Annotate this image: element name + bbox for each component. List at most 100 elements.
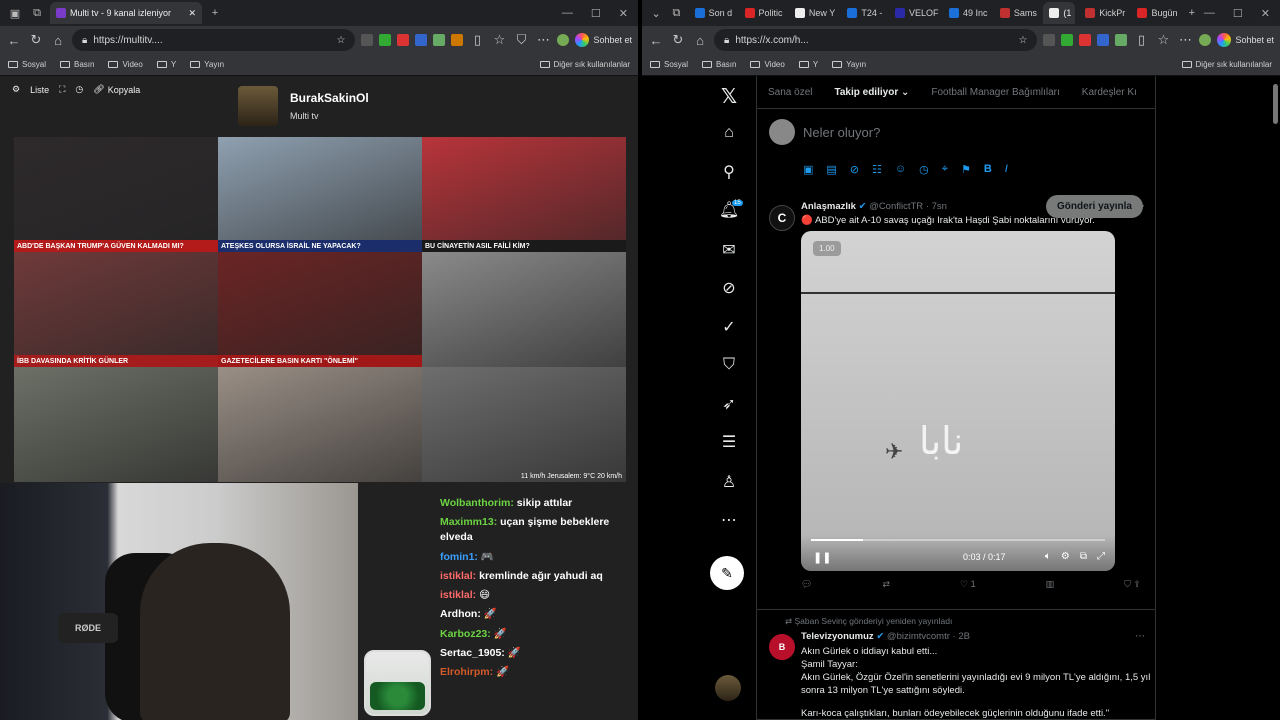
pip-icon[interactable]: ⧉ [1080,551,1087,562]
bookmark-yayin[interactable]: Yayın [190,60,224,69]
close-window-icon[interactable]: ✕ [1261,7,1270,20]
scrollbar-thumb[interactable] [1273,84,1278,124]
chat-username[interactable]: Elrohirpm: [440,666,493,678]
verified-icon[interactable]: ✓ [714,317,744,337]
bookmark-icon[interactable]: ⛉ ⇪ [1124,579,1141,590]
copilot-chat-button[interactable]: Sohbet et [1217,33,1274,47]
grok-icon[interactable]: ⊘ [850,163,859,176]
back-icon[interactable]: ← [6,33,22,48]
bold-icon[interactable]: B [984,163,992,176]
tv-cell-9[interactable]: 11 km/h Jerusalem: 9°C 20 km/h [422,367,626,482]
gif-icon[interactable]: ▤ [826,163,836,176]
chat-username[interactable]: Maximm13: [440,516,497,528]
chat-username[interactable]: fomin1: [440,551,478,563]
fullscreen-icon[interactable]: ⛶ [59,84,65,95]
browser-tab[interactable]: Son d [689,2,735,24]
maximize-icon[interactable]: ☐ [591,7,601,20]
tweet-handle[interactable]: @bizimtvcomtr [887,631,950,642]
workspaces-icon[interactable]: ⧉ [668,4,684,22]
location-icon[interactable]: ⌖ [942,163,948,176]
home-icon[interactable]: ⌂ [50,33,66,48]
chat-username[interactable]: istiklal: [440,589,476,601]
bookmark-y[interactable]: Y [798,60,818,69]
chat-username[interactable]: Wolbanthorim: [440,497,514,509]
extension-icon[interactable] [433,34,446,46]
lists-icon[interactable]: ☰ [714,432,744,452]
extension-icon[interactable] [1043,34,1056,46]
refresh-icon[interactable]: ↻ [670,32,686,48]
more-icon[interactable]: ⋯ [714,510,744,530]
copilot-chat-button[interactable]: Sohbet et [575,33,632,47]
playback-speed[interactable]: 1.00 [813,241,841,256]
bookmark-sosyal[interactable]: Sosyal [8,60,46,69]
pause-icon[interactable]: ❚❚ [813,551,831,564]
bookmarks-icon[interactable]: ⛉ [714,356,744,374]
tab-multitv[interactable]: Multi tv - 9 kanal izleniyor ✕ [50,2,202,24]
bookmark-basin[interactable]: Basın [702,60,736,69]
address-bar[interactable]: 🔒︎ https://multitv.... ☆ [72,29,356,51]
other-bookmarks[interactable]: Diğer sık kullanılanlar [539,60,630,69]
home-icon[interactable]: ⌂ [714,124,744,142]
bookmark-sosyal[interactable]: Sosyal [650,60,688,69]
compose-input[interactable]: Neler oluyor? [803,125,880,140]
tab-for-you[interactable]: Sana özel [757,87,823,98]
search-icon[interactable]: ⚲ [714,162,744,182]
browser-tab[interactable]: Sams [994,2,1039,24]
reply-icon[interactable]: 💬︎ [801,579,812,590]
like-button[interactable]: ♡ 1 [960,579,976,590]
settings-gear-icon[interactable]: ⚙ [12,84,20,95]
tab-following[interactable]: Takip ediliyor ⌄ [823,87,920,98]
minimize-icon[interactable]: — [1204,7,1215,20]
favorites-icon[interactable]: ☆ [1155,32,1171,48]
tv-cell-6[interactable] [422,252,626,367]
extension-icon[interactable] [397,34,410,46]
tv-cell-4[interactable]: İBB DAVASINDA KRİTİK GÜNLER [14,252,218,367]
messages-envelope-icon[interactable]: ✉ [714,240,744,260]
bookmark-video[interactable]: Video [108,60,143,69]
split-screen-icon[interactable]: ▯ [469,32,485,48]
chat-username[interactable]: Karboz23: [440,628,491,640]
tweet-author[interactable]: Anlaşmazlık [801,201,856,212]
minimize-icon[interactable]: — [562,7,573,20]
italic-icon[interactable]: I [1005,163,1008,176]
favorite-star-icon[interactable]: ☆ [1019,35,1028,46]
notifications-bell-icon[interactable]: 🔔︎ 15 [714,200,744,220]
browser-tab[interactable]: T24 - [841,2,885,24]
tv-cell-3[interactable]: BU CİNAYETİN ASIL FAİLİ KİM? [422,137,626,252]
tab-kardesler[interactable]: Kardeşler Kı [1071,87,1148,98]
poll-icon[interactable]: ☷ [872,163,882,176]
workspaces-icon[interactable]: ⧉ [28,4,46,22]
close-window-icon[interactable]: ✕ [619,7,628,20]
browser-tab[interactable]: Politic [739,2,785,24]
close-tab-icon[interactable]: ✕ [188,8,196,19]
split-screen-icon[interactable]: ▯ [1133,32,1149,48]
settings-gear-icon[interactable]: ⚙ [1061,551,1070,562]
tv-cell-1[interactable]: ABD'DE BAŞKAN TRUMP'A GÜVEN KALMADI MI? [14,137,218,252]
extension-icon[interactable] [415,34,428,46]
bookmark-video[interactable]: Video [750,60,785,69]
repost-icon[interactable]: ⇄ [882,579,890,590]
tweet-menu-icon[interactable]: ⋯ [1135,201,1145,212]
browser-tab[interactable]: Bugün [1131,2,1179,24]
extension-icon[interactable] [1061,34,1074,46]
bookmark-basin[interactable]: Basın [60,60,94,69]
favorite-star-icon[interactable]: ☆ [337,35,346,46]
repost-by[interactable]: Şaban Sevinç gönderiyi yeniden yayınladı [794,616,952,626]
tweet[interactable]: ⇄ Şaban Sevinç gönderiyi yeniden yayınla… [757,610,1155,720]
maximize-icon[interactable]: ☐ [1233,7,1243,20]
collections-icon[interactable]: ⛉ [513,32,529,48]
bookmark-yayin[interactable]: Yayın [832,60,866,69]
tab-football-manager[interactable]: Football Manager Bağımlıları [920,87,1070,98]
bookmark-y[interactable]: Y [156,60,176,69]
account-avatar[interactable] [715,675,741,701]
extension-icon[interactable] [451,34,464,46]
grok-icon[interactable]: ⊘ [714,278,744,298]
menu-dots-icon[interactable]: ⋯ [535,32,551,48]
avatar[interactable] [557,34,570,46]
tweet-author[interactable]: Televizyonumuz [801,631,874,642]
tv-cell-8[interactable] [218,367,422,482]
refresh-icon[interactable]: ↻ [28,32,44,48]
new-tab-icon[interactable]: + [1184,4,1200,22]
emoji-icon[interactable]: ☺ [895,163,906,176]
copy-button[interactable]: 🔗︎ Kopyala [93,84,140,95]
